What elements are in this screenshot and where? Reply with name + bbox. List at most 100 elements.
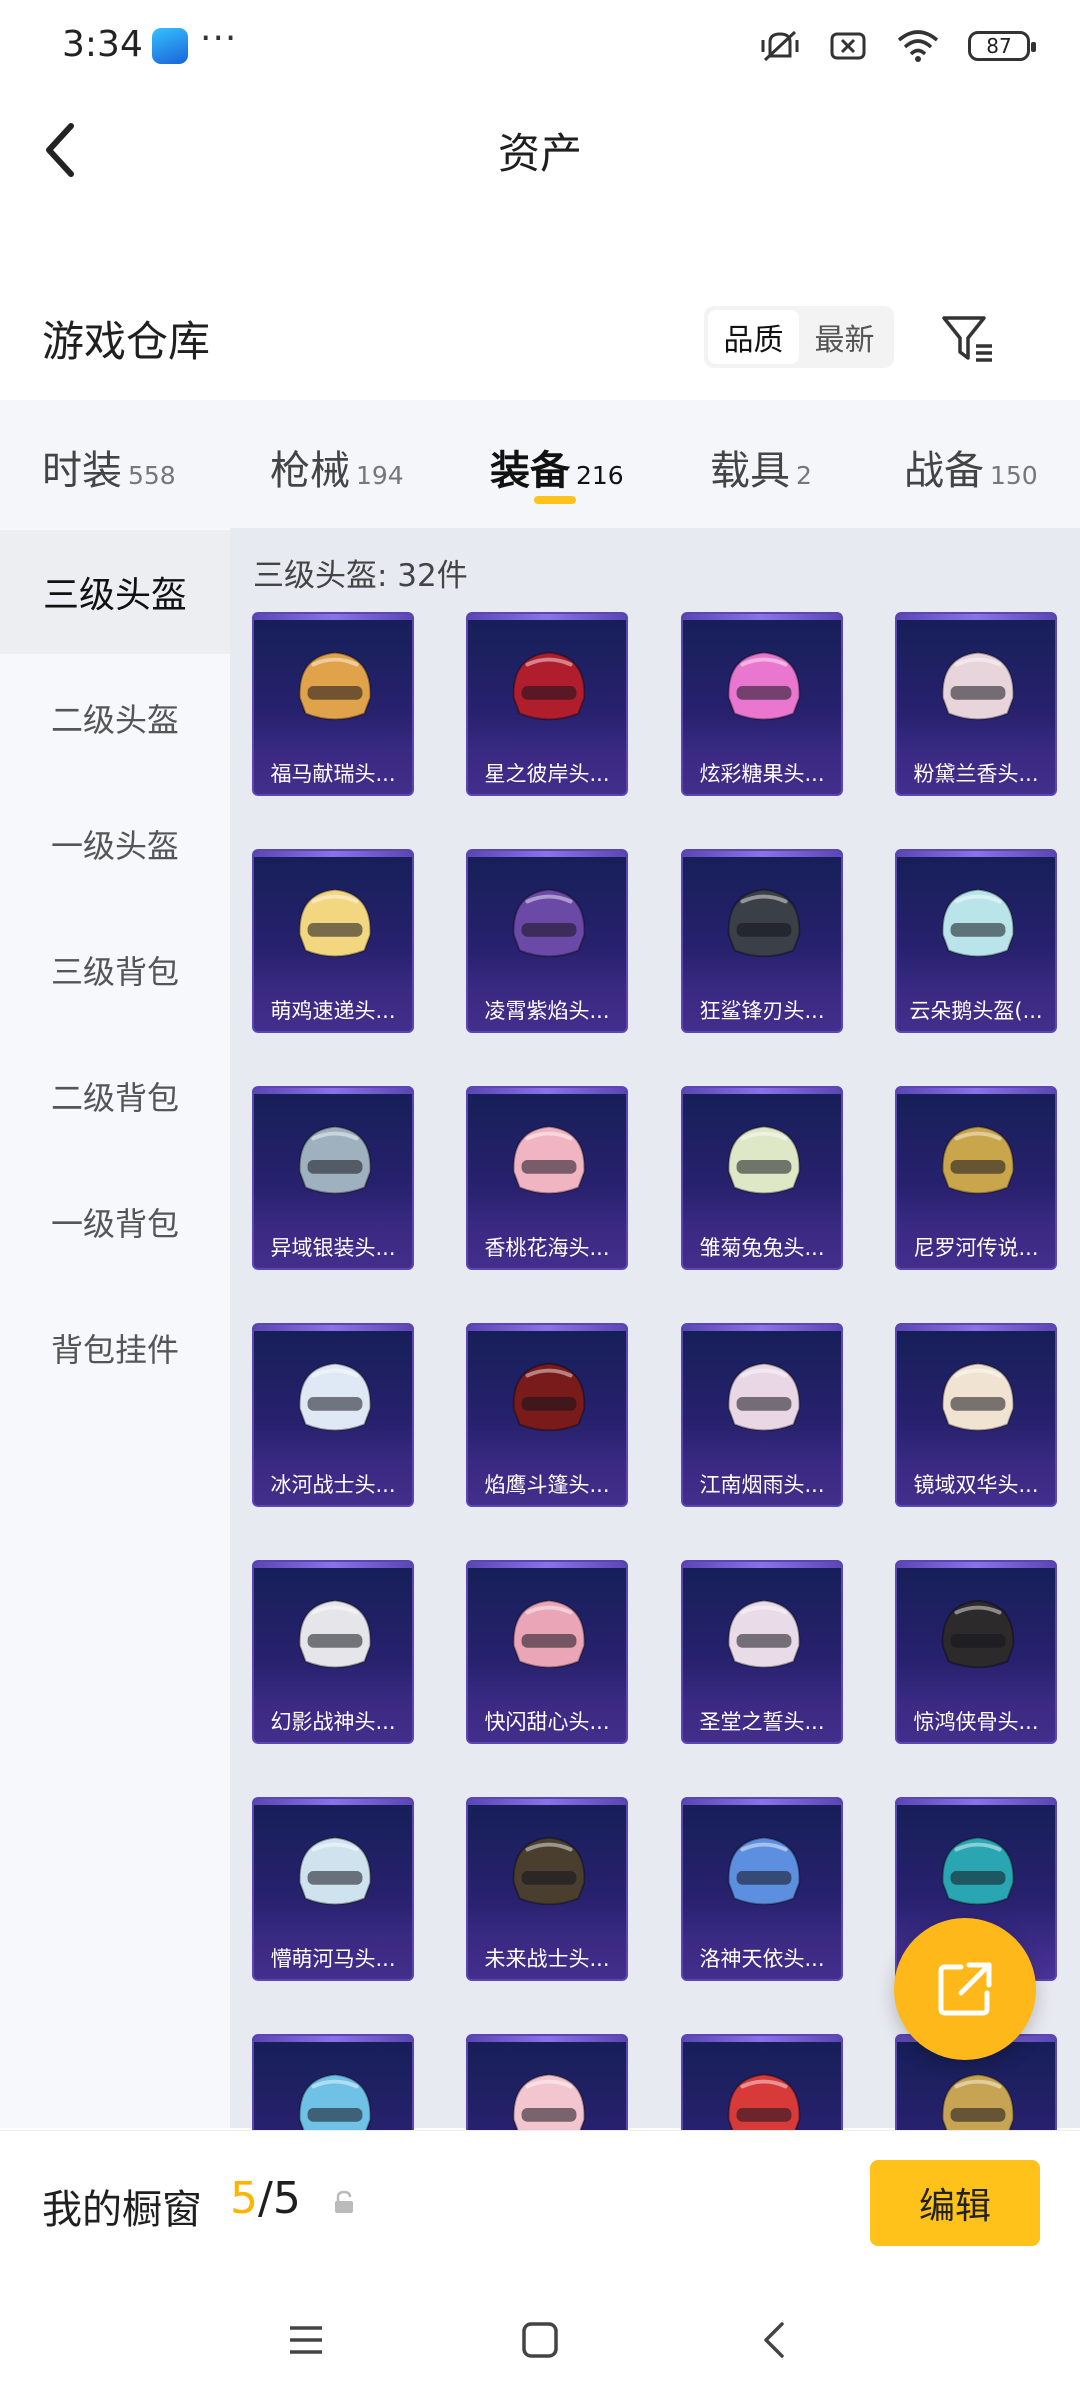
card-quality-bar [683,1562,841,1568]
helmet-icon [512,1125,586,1195]
tab-count: 150 [990,461,1038,490]
sidebar-item-level3-helmet[interactable]: 三级头盔 [0,530,230,654]
active-tab-indicator [534,496,576,504]
item-card[interactable]: 快闪甜心头... [466,1560,628,1744]
card-quality-bar [897,614,1055,620]
item-card[interactable]: 萌鸡速递头... [252,849,414,1033]
grid-count-header: 三级头盔: 32件 [253,558,468,594]
item-name: 星之彼岸头... [468,754,626,794]
item-name: 镜域双华头... [897,1465,1055,1505]
no-sim-icon [830,32,866,60]
card-quality-bar [468,2036,626,2042]
card-quality-bar [683,1325,841,1331]
item-card[interactable]: 幻影战神头... [252,1560,414,1744]
item-card[interactable]: 星之彼岸头... [466,612,628,796]
system-back-button[interactable] [736,2300,816,2380]
showcase-separator: / [258,2173,273,2224]
showcase-total: 5 [272,2173,301,2224]
edit-button[interactable]: 编辑 [870,2160,1040,2246]
item-name: 江南烟雨头... [683,1465,841,1505]
helmet-icon [941,1836,1015,1906]
item-card[interactable]: 未来战士头... [466,1797,628,1981]
showcase-label: 我的橱窗 [42,2187,202,2233]
item-card[interactable]: 香桃花海头... [466,1086,628,1270]
sort-quality-option[interactable]: 品质 [708,310,799,364]
card-quality-bar [683,614,841,620]
tab-count: 2 [796,461,812,490]
item-card[interactable]: 冰河战士头... [252,1323,414,1507]
item-card[interactable]: 镜域双华头... [895,1323,1057,1507]
item-card[interactable]: 圣堂之誓头... [681,1560,843,1744]
card-quality-bar [254,851,412,857]
page-title: 资产 [497,129,582,178]
card-quality-bar [683,1799,841,1805]
tab-count: 194 [356,461,404,490]
home-button[interactable] [500,2300,580,2380]
item-name: 炫彩糖果头... [683,754,841,794]
item-name: 凌霄紫焰头... [468,991,626,1031]
tab-label: 枪械 [270,448,350,494]
item-name: 幻影战神头... [254,1702,412,1742]
item-name: 焰鹰斗篷头... [468,1465,626,1505]
item-card[interactable]: 凌霄紫焰头... [466,849,628,1033]
helmet-icon [512,1599,586,1669]
tab-fashion[interactable]: 时装 558 [42,438,176,496]
sidebar-item-level3-backpack[interactable]: 三级背包 [0,908,230,1032]
item-card[interactable]: 尼罗河传说... [895,1086,1057,1270]
card-quality-bar [897,1799,1055,1805]
item-card[interactable]: 粉黛兰香头... [895,612,1057,796]
helmet-icon [727,1362,801,1432]
sidebar-item-backpack-pendant[interactable]: 背包挂件 [0,1286,230,1410]
share-external-icon [938,1962,992,2016]
item-card[interactable]: 福马献瑞头... [252,612,414,796]
helmet-icon [727,888,801,958]
item-card[interactable]: 狂鲨锋刃头... [681,849,843,1033]
status-icons: 87 [760,28,1036,64]
helmet-icon [298,1362,372,1432]
sort-newest-option[interactable]: 最新 [799,310,890,364]
item-name: 洛神天依头... [683,1939,841,1979]
section-title: 游戏仓库 [42,317,211,366]
tab-vehicles[interactable]: 载具 2 [710,438,812,496]
helmet-icon [512,888,586,958]
tab-equipment[interactable]: 装备 216 [490,438,624,496]
card-quality-bar [468,1325,626,1331]
item-name: 未来战士头... [468,1939,626,1979]
wifi-icon [897,30,939,62]
helmet-icon [512,1836,586,1906]
helmet-icon [727,1599,801,1669]
tab-label: 装备 [490,448,570,494]
back-icon [764,2322,784,2358]
home-square-icon [522,2322,558,2358]
share-button[interactable] [894,1918,1036,2060]
helmet-icon [512,651,586,721]
tab-firearms[interactable]: 枪械 194 [270,438,404,496]
sidebar-item-level2-helmet[interactable]: 二级头盔 [0,656,230,780]
showcase-used: 5 [230,2173,258,2224]
item-card[interactable]: 江南烟雨头... [681,1323,843,1507]
item-card[interactable]: 惊鸿侠骨头... [895,1560,1057,1744]
card-quality-bar [468,1799,626,1805]
item-card[interactable]: 焰鹰斗篷头... [466,1323,628,1507]
helmet-icon [298,888,372,958]
item-name: 尼罗河传说... [897,1228,1055,1268]
card-quality-bar [254,2036,412,2042]
sidebar-item-level2-backpack[interactable]: 二级背包 [0,1034,230,1158]
sidebar-item-level1-helmet[interactable]: 一级头盔 [0,782,230,906]
item-card[interactable]: 云朵鹅头盔(... [895,849,1057,1033]
card-quality-bar [897,1325,1055,1331]
showcase-count: 5/5 [230,2173,301,2224]
sidebar-item-level1-backpack[interactable]: 一级背包 [0,1160,230,1284]
item-card[interactable]: 雏菊兔兔头... [681,1086,843,1270]
item-card[interactable]: 懵萌河马头... [252,1797,414,1981]
video-app-icon [152,28,188,64]
item-card[interactable]: 炫彩糖果头... [681,612,843,796]
filter-button[interactable] [938,310,998,366]
card-quality-bar [254,1088,412,1094]
battery-icon: 87 [968,31,1036,61]
item-card[interactable]: 洛神天依头... [681,1797,843,1981]
tab-supplies[interactable]: 战备 150 [904,438,1038,496]
menu-button[interactable] [266,2300,346,2380]
item-name: 云朵鹅头盔(... [897,991,1055,1031]
item-card[interactable]: 异域银装头... [252,1086,414,1270]
